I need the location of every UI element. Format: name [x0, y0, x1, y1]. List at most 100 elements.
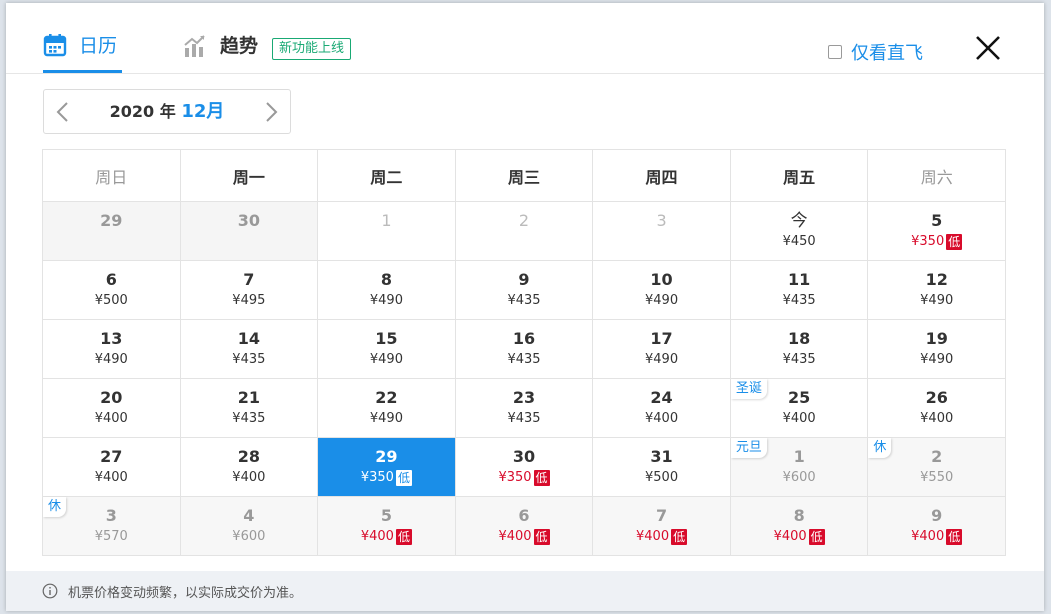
- calendar-day[interactable]: 6 ¥500: [43, 261, 181, 320]
- active-tab-indicator: [43, 70, 122, 73]
- day-price-row: ¥600: [232, 528, 265, 546]
- day-price: ¥350: [360, 470, 394, 485]
- calendar-day[interactable]: 6 ¥400 低: [455, 497, 594, 556]
- calendar-day[interactable]: 圣诞 25 ¥400: [730, 379, 869, 438]
- calendar-day[interactable]: 10 ¥490: [593, 261, 731, 320]
- calendar-day[interactable]: 23 ¥435: [455, 379, 594, 438]
- day-price-row: ¥490: [370, 410, 403, 428]
- calendar-day[interactable]: 22 ¥490: [318, 379, 456, 438]
- day-price: ¥400: [782, 411, 816, 426]
- day-number: 18: [788, 329, 811, 348]
- calendar-day[interactable]: 9 ¥435: [455, 261, 594, 320]
- close-button[interactable]: [973, 33, 1003, 63]
- day-number: 11: [788, 270, 811, 289]
- calendar-day[interactable]: 4 ¥600: [180, 497, 319, 556]
- day-price: ¥400: [94, 411, 128, 426]
- day-number: 22: [375, 388, 398, 407]
- day-number: 6: [518, 506, 530, 525]
- calendar-day: 3: [593, 202, 731, 261]
- day-number: 27: [100, 447, 123, 466]
- calendar-day[interactable]: 31 ¥500: [593, 438, 731, 497]
- calendar-day[interactable]: 12 ¥490: [868, 261, 1006, 320]
- calendar-day[interactable]: 8 ¥400 低: [730, 497, 869, 556]
- calendar-day[interactable]: 30 ¥350 低: [455, 438, 594, 497]
- lowest-price-badge: 低: [671, 529, 688, 545]
- day-number: 9: [931, 506, 943, 525]
- weekday-header: 周一: [180, 150, 319, 202]
- calendar-day[interactable]: 20 ¥400: [43, 379, 181, 438]
- day-price-row: ¥490: [370, 292, 403, 310]
- day-price-row: ¥490: [370, 351, 403, 369]
- day-price: ¥490: [369, 293, 403, 308]
- day-price-row: ¥400 低: [361, 528, 412, 546]
- calendar-day[interactable]: 19 ¥490: [868, 320, 1006, 379]
- day-price-row: ¥400: [920, 410, 953, 428]
- day-number: 12: [925, 270, 948, 289]
- day-number: 10: [650, 270, 673, 289]
- calendar-day[interactable]: 8 ¥490: [318, 261, 456, 320]
- day-price: ¥400: [920, 411, 954, 426]
- tab-trend[interactable]: 趋势: [182, 33, 258, 73]
- calendar-day[interactable]: 18 ¥435: [730, 320, 869, 379]
- calendar-day[interactable]: 26 ¥400: [868, 379, 1006, 438]
- direct-flight-only-toggle[interactable]: 仅看直飞: [828, 39, 923, 65]
- day-price: ¥600: [782, 470, 816, 485]
- day-number: 1: [381, 211, 392, 230]
- calendar-day[interactable]: 24 ¥400: [593, 379, 731, 438]
- calendar-day[interactable]: 休 2 ¥550: [868, 438, 1006, 497]
- next-month-button[interactable]: [260, 100, 282, 124]
- calendar-day[interactable]: 9 ¥400 低: [868, 497, 1006, 556]
- day-price-row: ¥400: [232, 469, 265, 487]
- day-price-row: ¥400 低: [774, 528, 825, 546]
- calendar-day[interactable]: 5 ¥400 低: [318, 497, 456, 556]
- lowest-price-badge: 低: [946, 234, 963, 250]
- lowest-price-badge: 低: [946, 529, 963, 545]
- calendar-day[interactable]: 7 ¥400 低: [593, 497, 731, 556]
- day-price: ¥435: [507, 411, 541, 426]
- day-price: ¥400: [645, 411, 679, 426]
- day-price: ¥435: [782, 352, 816, 367]
- new-feature-badge: 新功能上线: [272, 38, 352, 60]
- calendar-day[interactable]: 14 ¥435: [180, 320, 319, 379]
- day-price-row: ¥490: [645, 351, 678, 369]
- tab-calendar[interactable]: 日历: [43, 33, 117, 73]
- calendar-day[interactable]: 27 ¥400: [43, 438, 181, 497]
- calendar-day[interactable]: 元旦 1 ¥600: [730, 438, 869, 497]
- day-price: ¥435: [232, 411, 266, 426]
- direct-flight-checkbox[interactable]: [828, 45, 842, 59]
- day-number: 24: [650, 388, 673, 407]
- day-price-row: ¥435: [507, 292, 540, 310]
- calendar-day[interactable]: 28 ¥400: [180, 438, 319, 497]
- calendar-day[interactable]: 16 ¥435: [455, 320, 594, 379]
- calendar-day[interactable]: 休 3 ¥570: [43, 497, 181, 556]
- day-price: ¥490: [920, 352, 954, 367]
- day-number: 17: [650, 329, 673, 348]
- month-value: 12月: [181, 101, 225, 122]
- day-price-row: ¥500: [645, 469, 678, 487]
- lowest-price-badge: 低: [533, 470, 550, 486]
- calendar-day-selected[interactable]: 29 ¥350 低: [318, 438, 456, 497]
- day-price: ¥400: [360, 529, 394, 544]
- calendar-day[interactable]: 5 ¥350 低: [868, 202, 1006, 261]
- calendar-day[interactable]: 21 ¥435: [180, 379, 319, 438]
- dialog-footer: 机票价格变动频繁，以实际成交价为准。: [6, 571, 1044, 611]
- day-price: ¥550: [920, 470, 954, 485]
- calendar-day[interactable]: 15 ¥490: [318, 320, 456, 379]
- day-number: 3: [656, 211, 667, 230]
- calendar-day[interactable]: 13 ¥490: [43, 320, 181, 379]
- day-number: 1: [793, 447, 805, 466]
- calendar-day[interactable]: 11 ¥435: [730, 261, 869, 320]
- month-navigator: 2020 年 12月: [43, 89, 291, 134]
- month-year: 2020: [109, 102, 155, 121]
- day-number: 20: [100, 388, 123, 407]
- day-price: ¥570: [94, 529, 128, 544]
- day-price: ¥400: [911, 529, 945, 544]
- day-price: ¥490: [369, 352, 403, 367]
- day-price-row: ¥400: [95, 469, 128, 487]
- dialog-header: 日历 趋势 新功能上线 仅看直飞: [6, 3, 1044, 74]
- calendar-day[interactable]: 7 ¥495: [180, 261, 319, 320]
- day-number: 16: [512, 329, 536, 348]
- calendar-day[interactable]: 17 ¥490: [593, 320, 731, 379]
- calendar-day-today[interactable]: 今 ¥450: [730, 202, 869, 261]
- calendar-grid: 周日 周一 周二 周三 周四 周五 周六 29 30 1 2 3 今 ¥450 5 ¥350 低 6 ¥500 7 ¥4…: [42, 149, 1006, 556]
